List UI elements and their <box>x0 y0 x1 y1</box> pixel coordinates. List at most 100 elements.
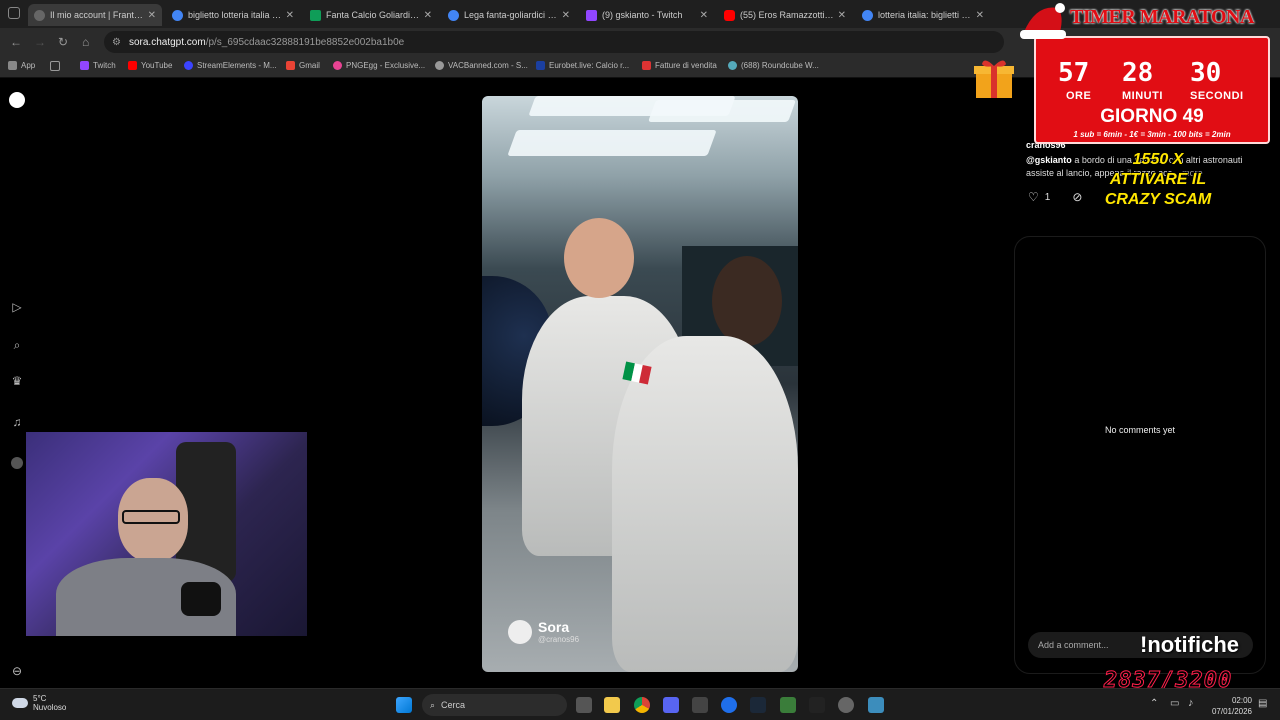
tab-lega-fanta[interactable]: Lega fanta-goliardici - Fan ✕ <box>442 4 576 26</box>
bell-icon[interactable]: ♫ <box>10 415 24 429</box>
reload-icon[interactable]: ↻ <box>58 35 68 49</box>
tab-label: biglietto lotteria italia 202 <box>188 10 282 20</box>
mention-link[interactable]: @gskianto <box>1026 155 1072 165</box>
streamelements-icon <box>184 61 193 70</box>
forward-arrow-icon[interactable]: → <box>34 35 46 49</box>
discord-icon[interactable] <box>663 697 679 713</box>
bookmark-label: Fatture di vendita <box>655 61 717 70</box>
site-favicon-icon <box>448 9 459 21</box>
bookmark-pngegg[interactable]: PNGEgg - Exclusive... <box>333 61 425 70</box>
marathon-timer: 57 28 30 ORE MINUTI SECONDI GIORNO 49 1 … <box>1034 36 1270 144</box>
weather-widget[interactable]: 5°C Nuvoloso <box>12 694 66 712</box>
calculator-icon[interactable] <box>868 697 884 713</box>
site-info-icon[interactable]: ⚙ <box>112 37 121 48</box>
bookmark-twitch[interactable]: Twitch <box>80 61 116 70</box>
close-icon[interactable]: ✕ <box>286 10 294 21</box>
temperature: 5°C <box>33 694 47 703</box>
file-explorer-icon[interactable] <box>604 697 620 713</box>
scam-line: CRAZY SCAM <box>1104 191 1212 208</box>
tab-twitch[interactable]: (9) gskianto - Twitch ✕ <box>580 4 714 26</box>
folder-icon <box>642 61 651 70</box>
search-icon[interactable]: ⌕ <box>10 338 24 352</box>
tab-fanta-calcio[interactable]: Fanta Calcio Goliardico 20 ✕ <box>304 4 438 26</box>
youtube-icon <box>724 9 735 21</box>
sora-watermark: Sora @cranos96 <box>508 619 579 644</box>
comments-panel <box>1014 236 1266 674</box>
bookmark-label: App <box>21 61 36 70</box>
chrome-icon[interactable] <box>634 697 650 713</box>
address-bar[interactable]: ⚙ sora.chatgpt.com/p/s_695cdaac32888191b… <box>104 31 1004 53</box>
gmail-icon <box>286 61 295 70</box>
task-view-icon[interactable] <box>576 697 592 713</box>
bookmark-apps[interactable]: App <box>8 61 35 70</box>
home-icon[interactable]: ⌂ <box>82 35 89 49</box>
network-icon[interactable]: ▭ <box>1170 698 1179 709</box>
clock-time: 02:00 <box>1231 696 1252 705</box>
system-clock[interactable]: 02:00 07/01/2026 <box>1204 695 1252 717</box>
notification-icon[interactable]: ▤ <box>1258 698 1267 709</box>
apps-grid-icon <box>8 61 17 70</box>
bookmark-vacbanned[interactable]: VACBanned.com - S... <box>435 61 528 70</box>
tab-search-icon[interactable] <box>8 7 20 19</box>
close-icon[interactable]: ✕ <box>700 10 708 21</box>
gift-icon <box>974 60 1014 98</box>
close-icon[interactable]: ✕ <box>562 10 570 21</box>
close-icon[interactable]: ✕ <box>148 10 156 21</box>
tab-lotteria-biglietti[interactable]: lotteria italia: biglietti vinc ✕ <box>856 4 990 26</box>
tab-lotteria[interactable]: biglietto lotteria italia 202 ✕ <box>166 4 300 26</box>
bookmark-label: Eurobet.live: Calcio r... <box>549 61 630 70</box>
timer-seconds-label: SECONDI <box>1190 90 1244 102</box>
tab-label: Fanta Calcio Goliardico 20 <box>326 10 420 20</box>
chevron-up-icon[interactable]: ⌃ <box>1150 698 1158 709</box>
timer-rules: 1 sub = 6min - 1€ = 3min - 100 bits = 2m… <box>1073 130 1231 139</box>
tab-frantoio[interactable]: Il mio account | Frantoio ✕ <box>28 4 162 26</box>
timer-day: GIORNO 49 <box>1100 106 1204 127</box>
heart-icon[interactable]: ♡ <box>1028 190 1039 204</box>
weather-text: Nuvoloso <box>33 703 67 712</box>
app-icon[interactable] <box>809 697 825 713</box>
close-icon[interactable]: ✕ <box>838 10 846 21</box>
no-comments-text: No comments yet <box>1104 425 1176 435</box>
google-icon <box>862 9 873 21</box>
tab-groups-icon[interactable] <box>50 61 60 71</box>
astronaut-right <box>612 336 798 672</box>
bookmark-label: StreamElements - M... <box>197 61 277 70</box>
vacbanned-icon <box>435 61 444 70</box>
youtube-icon <box>128 61 137 70</box>
trophy-icon[interactable]: ♛ <box>10 374 24 388</box>
bookmark-gmail[interactable]: Gmail <box>286 61 320 70</box>
timer-hours: 57 <box>1058 58 1090 88</box>
app-icon[interactable] <box>721 697 737 713</box>
volume-icon[interactable]: ♪ <box>1188 697 1194 709</box>
bookmark-roundcube[interactable]: (688) Roundcube W... <box>728 61 819 70</box>
bookmark-label: VACBanned.com - S... <box>448 61 528 70</box>
post-actions: ♡ 1 ⊘ <box>1028 190 1082 204</box>
sora-logo-icon[interactable] <box>9 92 25 108</box>
bookmark-youtube[interactable]: YouTube <box>128 61 172 70</box>
taskbar-search[interactable]: ⌕ Cerca <box>422 694 567 716</box>
steam-icon[interactable] <box>750 697 766 713</box>
app-icon[interactable] <box>780 697 796 713</box>
eurobet-icon <box>536 61 545 70</box>
remix-icon[interactable]: ⊘ <box>1072 190 1082 204</box>
tab-label: Lega fanta-goliardici - Fan <box>464 10 558 20</box>
tab-youtube[interactable]: (55) Eros Ramazzotti & An ✕ <box>718 4 852 26</box>
bookmark-label: Twitch <box>93 61 116 70</box>
tab-label: (9) gskianto - Twitch <box>602 10 683 20</box>
back-arrow-icon[interactable]: ← <box>10 35 22 49</box>
settings-icon[interactable]: ⊖ <box>10 664 24 678</box>
bookmark-eurobet[interactable]: Eurobet.live: Calcio r... <box>536 61 629 70</box>
close-icon[interactable]: ✕ <box>424 10 432 21</box>
play-icon[interactable]: ▷ <box>10 300 24 314</box>
santa-hat-icon <box>1020 3 1066 39</box>
bookmark-fatture[interactable]: Fatture di vendita <box>642 61 717 70</box>
app-icon[interactable] <box>692 697 708 713</box>
windows-taskbar: 5°C Nuvoloso ⌕ Cerca ⌃ ▭ ♪ 02:00 07/01/20… <box>0 688 1280 720</box>
settings-icon[interactable] <box>838 697 854 713</box>
like-count: 1 <box>1044 191 1051 203</box>
avatar[interactable] <box>11 457 23 469</box>
bookmark-streamelements[interactable]: StreamElements - M... <box>184 61 277 70</box>
close-icon[interactable]: ✕ <box>976 10 984 21</box>
sora-video-player[interactable]: Sora @cranos96 <box>482 96 798 672</box>
windows-start-icon[interactable] <box>396 697 412 713</box>
